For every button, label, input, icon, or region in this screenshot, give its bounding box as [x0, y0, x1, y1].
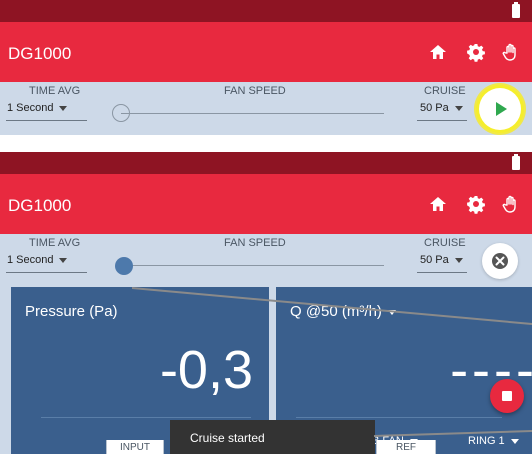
play-icon	[496, 102, 507, 116]
play-button[interactable]	[479, 88, 521, 130]
cruise-underline	[417, 272, 467, 273]
cruise-underline	[417, 120, 467, 121]
gear-icon[interactable]	[466, 194, 486, 214]
caret-down-icon	[59, 105, 68, 111]
pressure-title: Pressure (Pa)	[25, 303, 118, 320]
fan-speed-label: FAN SPEED	[224, 85, 286, 97]
caret-down-icon	[387, 309, 396, 315]
caret-down-icon	[59, 257, 68, 263]
hand-icon[interactable]	[501, 42, 521, 62]
time-avg-label: TIME AVG	[29, 85, 81, 97]
cruise-label: CRUISE	[424, 85, 466, 97]
ring-label: RING 1	[468, 435, 505, 447]
close-icon	[492, 253, 508, 269]
tab-input[interactable]: INPUT	[106, 440, 164, 454]
cruise-select[interactable]: 50 Pa	[420, 254, 463, 266]
app-bar: DG1000	[0, 22, 532, 82]
controls-bar: TIME AVG 1 Second FAN SPEED CRUISE 50 Pa	[0, 82, 532, 135]
time-avg-value: 1 Second	[7, 102, 54, 114]
screen-before: DG1000 TIME AVG 1 Second FAN SPEED CRUIS…	[0, 0, 532, 135]
status-bar	[0, 0, 532, 22]
hand-icon[interactable]	[501, 194, 521, 214]
home-icon[interactable]	[428, 194, 448, 214]
status-bar	[0, 152, 532, 174]
tab-ref[interactable]: REF	[376, 440, 436, 454]
home-icon[interactable]	[428, 42, 448, 62]
app-title: DG1000	[8, 44, 72, 63]
cruise-value: 50 Pa	[420, 254, 449, 266]
flow-title-select[interactable]: Q @50 (m³/h)	[290, 303, 396, 320]
flow-rule	[296, 417, 502, 418]
fan-speed-thumb[interactable]	[112, 104, 130, 122]
time-avg-label: TIME AVG	[29, 237, 81, 249]
pressure-rule	[41, 417, 251, 418]
caret-down-icon	[454, 257, 463, 263]
cruise-value: 50 Pa	[420, 102, 449, 114]
time-avg-select[interactable]: 1 Second	[7, 102, 68, 114]
app-bar: DG1000	[0, 174, 532, 234]
gear-icon[interactable]	[466, 42, 486, 62]
controls-bar: TIME AVG 1 Second FAN SPEED CRUISE 50 Pa	[0, 234, 532, 287]
fan-speed-track[interactable]	[121, 113, 384, 114]
toast-message: Cruise started	[190, 431, 265, 445]
fan-speed-thumb[interactable]	[115, 257, 133, 275]
cruise-label: CRUISE	[424, 237, 466, 249]
caret-down-icon	[454, 105, 463, 111]
battery-icon	[512, 154, 520, 170]
time-avg-value: 1 Second	[7, 254, 54, 266]
fan-speed-label: FAN SPEED	[224, 237, 286, 249]
screen-after: DG1000 TIME AVG 1 Second FAN SPEED CRUIS…	[0, 152, 532, 454]
ring-select[interactable]: RING 1	[468, 435, 519, 447]
stop-cruise-button[interactable]	[482, 243, 518, 279]
toast: Cruise started	[170, 420, 375, 454]
pressure-value: -0,3	[159, 340, 253, 400]
fan-speed-track[interactable]	[121, 265, 384, 266]
flow-title: Q @50 (m³/h)	[290, 303, 382, 320]
time-avg-underline	[6, 272, 87, 273]
cruise-select[interactable]: 50 Pa	[420, 102, 463, 114]
time-avg-underline	[6, 120, 87, 121]
battery-icon	[512, 2, 520, 18]
app-title: DG1000	[8, 196, 72, 215]
stop-button[interactable]	[490, 379, 524, 413]
time-avg-select[interactable]: 1 Second	[7, 254, 68, 266]
caret-down-icon	[510, 438, 519, 444]
